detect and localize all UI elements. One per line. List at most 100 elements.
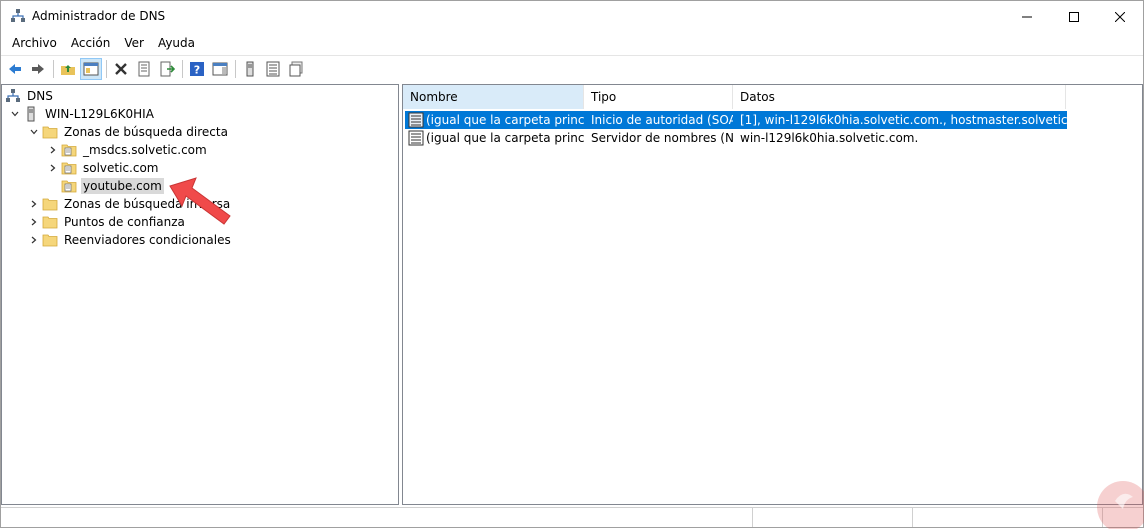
- record-list-icon: [266, 61, 280, 76]
- annotation-arrow-icon: [169, 177, 231, 225]
- show-hide-console-tree-button[interactable]: [80, 57, 102, 80]
- zone-copy-icon: [289, 61, 303, 76]
- record-icon: [408, 130, 424, 146]
- table-row[interactable]: (igual que la carpeta princip... Inicio …: [405, 111, 1067, 129]
- record-data: [1], win-l129l6k0hia.solvetic.com., host…: [740, 113, 1067, 127]
- close-icon: [1115, 11, 1125, 22]
- tree-label: youtube.com: [81, 178, 164, 194]
- title-bar: Administrador de DNS: [1, 1, 1143, 32]
- chevron-right-icon[interactable]: [45, 142, 61, 158]
- export-list-button[interactable]: [156, 58, 178, 80]
- folder-icon: [42, 124, 58, 140]
- show-hide-action-pane-icon: [212, 62, 228, 75]
- zone-copy-button[interactable]: [285, 58, 307, 80]
- status-bar: [1, 507, 1143, 527]
- tree-item-dns[interactable]: DNS: [5, 87, 55, 105]
- folder-icon: [42, 232, 58, 248]
- tree-label: solvetic.com: [83, 161, 159, 175]
- chevron-down-icon[interactable]: [26, 124, 42, 140]
- show-hide-console-tree-icon: [83, 62, 99, 75]
- window-title: Administrador de DNS: [32, 9, 166, 23]
- column-header-name[interactable]: Nombre: [403, 85, 584, 109]
- toolbar-separator: [182, 59, 183, 78]
- minimize-button[interactable]: [1004, 1, 1050, 32]
- tree-label: Zonas de búsqueda directa: [64, 125, 228, 139]
- delete-button[interactable]: [110, 58, 132, 80]
- tree-label: WIN-L129L6K0HIA: [45, 107, 154, 121]
- record-type: Inicio de autoridad (SOA): [591, 113, 733, 127]
- delete-icon: [115, 62, 127, 75]
- close-button[interactable]: [1097, 1, 1143, 32]
- record-icon: [408, 112, 424, 128]
- forward-arrow-icon: [32, 63, 44, 74]
- svg-text:?: ?: [194, 63, 200, 76]
- tree-item-conditional-forwarders[interactable]: Reenviadores condicionales: [26, 231, 233, 249]
- zone-icon: [61, 142, 77, 158]
- tree-label: _msdcs.solvetic.com: [83, 143, 207, 157]
- tree-item-zone-solvetic[interactable]: solvetic.com: [45, 159, 161, 177]
- record-name: (igual que la carpeta princip...: [426, 113, 584, 127]
- tree-item-trust-points[interactable]: Puntos de confianza: [26, 213, 187, 231]
- tree-label: Reenviadores condicionales: [64, 233, 231, 247]
- menu-bar: Archivo Acción Ver Ayuda: [1, 33, 202, 52]
- records-list-pane: Nombre Tipo Datos (igual que la carpeta …: [402, 84, 1143, 505]
- zone-icon: [61, 160, 77, 176]
- list-header: Nombre Tipo Datos: [403, 85, 1142, 109]
- up-folder-icon: [61, 64, 75, 75]
- chevron-right-icon[interactable]: [26, 232, 42, 248]
- server-icon: [246, 61, 254, 76]
- chevron-right-icon[interactable]: [26, 196, 42, 212]
- dns-icon: [5, 88, 21, 104]
- column-header-type[interactable]: Tipo: [584, 85, 733, 109]
- console-tree-pane: DNS WIN-L129L6K0HIA Zonas de búsqueda di…: [1, 84, 399, 505]
- show-hide-action-pane-button[interactable]: [209, 58, 231, 80]
- record-name: (igual que la carpeta princip...: [426, 131, 584, 145]
- dns-manager-window: Administrador de DNS Archivo Acción Ver …: [0, 0, 1144, 529]
- cell-name: (igual que la carpeta princip...: [405, 112, 584, 128]
- help-icon: ?: [190, 61, 204, 76]
- toolbar: ?: [1, 55, 1143, 81]
- maximize-button[interactable]: [1051, 1, 1097, 32]
- properties-button[interactable]: [133, 58, 155, 80]
- up-one-level-button[interactable]: [57, 58, 79, 80]
- help-button[interactable]: ?: [186, 58, 208, 80]
- chevron-right-icon[interactable]: [26, 214, 42, 230]
- expander-placeholder: [45, 178, 61, 194]
- toolbar-separator: [235, 59, 236, 78]
- chevron-right-icon[interactable]: [45, 160, 61, 176]
- status-segment: [1, 508, 753, 527]
- tree-item-forward-zones[interactable]: Zonas de búsqueda directa: [26, 123, 230, 141]
- record-type: Servidor de nombres (NS): [591, 131, 733, 145]
- minimize-icon: [1022, 16, 1032, 17]
- watermark-logo-icon: [1097, 481, 1144, 529]
- tree-item-server[interactable]: WIN-L129L6K0HIA: [7, 105, 156, 123]
- properties-icon: [138, 61, 150, 76]
- tree-label: DNS: [27, 89, 53, 103]
- status-segment: [913, 508, 1103, 527]
- server-icon: [23, 106, 39, 122]
- menu-ayuda[interactable]: Ayuda: [151, 33, 202, 52]
- column-header-data[interactable]: Datos: [733, 85, 1066, 109]
- zone-icon: [61, 178, 77, 194]
- dns-manager-icon: [11, 9, 25, 22]
- record-list-button[interactable]: [262, 58, 284, 80]
- folder-icon: [42, 214, 58, 230]
- tree-item-zone-msdcs[interactable]: _msdcs.solvetic.com: [45, 141, 209, 159]
- maximize-icon: [1069, 11, 1079, 22]
- cell-name: (igual que la carpeta princip...: [405, 130, 584, 146]
- toolbar-separator: [53, 59, 54, 78]
- back-arrow-icon: [9, 63, 21, 74]
- menu-accion[interactable]: Acción: [64, 33, 117, 52]
- menu-archivo[interactable]: Archivo: [1, 33, 64, 52]
- server-button[interactable]: [239, 58, 261, 80]
- record-data: win-l129l6k0hia.solvetic.com.: [740, 131, 919, 145]
- tree-item-zone-youtube[interactable]: youtube.com: [45, 177, 164, 195]
- status-segment: [753, 508, 913, 527]
- forward-button[interactable]: [27, 58, 49, 80]
- toolbar-separator: [106, 59, 107, 78]
- menu-ver[interactable]: Ver: [117, 33, 151, 52]
- folder-icon: [42, 196, 58, 212]
- table-row[interactable]: (igual que la carpeta princip... Servido…: [405, 129, 1067, 147]
- back-button[interactable]: [4, 58, 26, 80]
- chevron-down-icon[interactable]: [7, 106, 23, 122]
